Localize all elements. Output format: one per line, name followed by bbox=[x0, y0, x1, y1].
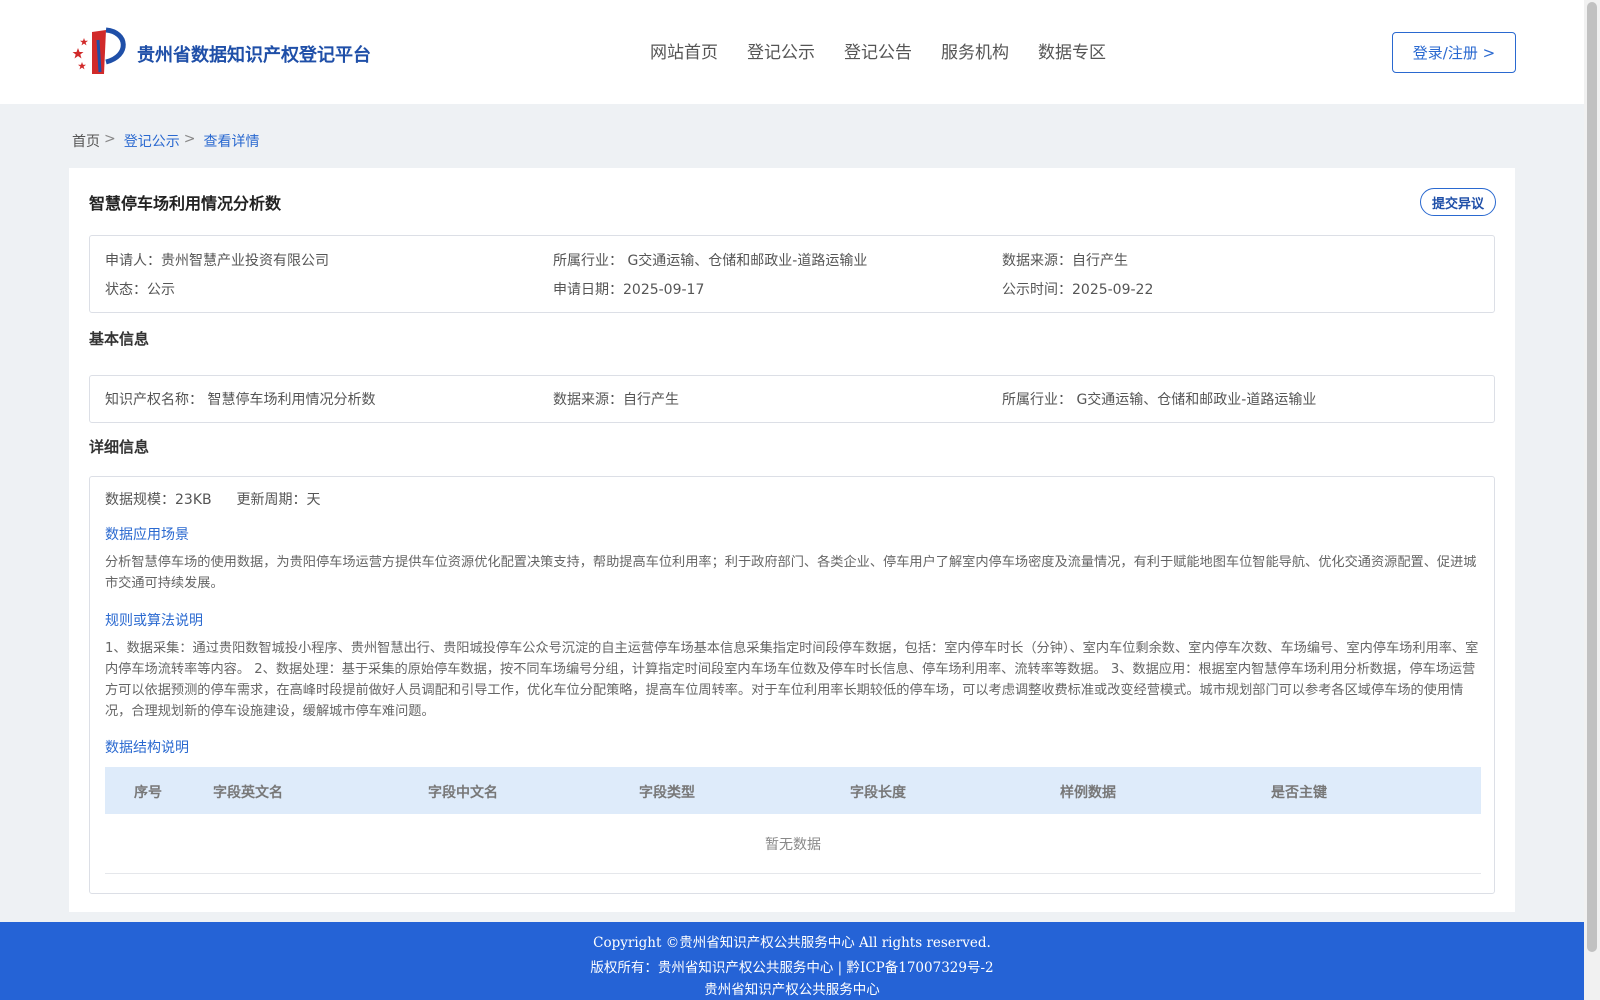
data-scale-field: 数据规模：23KB 更新周期：天 bbox=[105, 489, 321, 509]
basic-source-field: 数据来源：自行产生 bbox=[553, 389, 679, 409]
detail-info-title: 详细信息 bbox=[89, 438, 150, 456]
page-scrollbar[interactable] bbox=[1584, 0, 1600, 1000]
breadcrumb-separator: > bbox=[183, 131, 196, 147]
nav-data-zone[interactable]: 数据专区 bbox=[1038, 38, 1106, 63]
breadcrumb-view-details[interactable]: 查看详情 bbox=[203, 131, 259, 151]
table-empty-state: 暂无数据 bbox=[105, 814, 1481, 874]
applicant-field: 申请人：贵州智慧产业投资有限公司 bbox=[105, 250, 329, 270]
footer-org: 贵州省知识产权公共服务中心 bbox=[704, 982, 880, 998]
structure-title: 数据结构说明 bbox=[105, 740, 189, 756]
scenario-text: 分析智慧停车场的使用数据，为贵阳停车场运营方提供车位资源优化配置决策支持，帮助提… bbox=[105, 555, 1477, 591]
record-detail-card: 智慧停车场利用情况分析数 提交异议 申请人：贵州智慧产业投资有限公司 所属行业：… bbox=[69, 168, 1515, 912]
status-value: 公示 bbox=[147, 282, 175, 298]
site-header: 贵州省数据知识产权登记平台 网站首页 登记公示 登记公告 服务机构 数据专区 登… bbox=[0, 0, 1584, 104]
th-sample-data: 样例数据 bbox=[1060, 785, 1116, 801]
industry-value: G交通运输、仓储和邮政业-道路运输业 bbox=[627, 253, 868, 269]
th-field-en-name: 字段英文名 bbox=[213, 785, 283, 801]
main-nav: 网站首页 登记公示 登记公告 服务机构 数据专区 bbox=[650, 38, 1106, 63]
basic-industry-field: 所属行业： G交通运输、仓储和邮政业-道路运输业 bbox=[1002, 389, 1316, 409]
publish-time-value: 2025-09-22 bbox=[1072, 282, 1154, 298]
basic-industry-value: G交通运输、仓储和邮政业-道路运输业 bbox=[1076, 392, 1317, 408]
nav-home[interactable]: 网站首页 bbox=[650, 38, 718, 63]
ip-name-value: 智慧停车场利用情况分析数 bbox=[207, 392, 376, 408]
nav-service-agencies[interactable]: 服务机构 bbox=[941, 38, 1009, 63]
th-field-cn-name: 字段中文名 bbox=[428, 785, 498, 801]
applicant-value: 贵州智慧产业投资有限公司 bbox=[161, 253, 329, 269]
data-scale-value: 23KB bbox=[175, 492, 212, 508]
data-source-value: 自行产生 bbox=[1072, 253, 1128, 269]
footer-copyright: Copyright ©贵州省知识产权公共服务中心 All rights rese… bbox=[593, 935, 991, 951]
breadcrumb-registration-notice[interactable]: 登记公示 bbox=[124, 131, 180, 151]
record-title: 智慧停车场利用情况分析数 bbox=[89, 194, 282, 213]
breadcrumb-home[interactable]: 首页 bbox=[72, 131, 100, 151]
scenario-title: 数据应用场景 bbox=[105, 527, 189, 543]
status-field: 状态：公示 bbox=[105, 279, 175, 299]
nav-registration-notice[interactable]: 登记公示 bbox=[747, 38, 815, 63]
footer-owner-icp[interactable]: 版权所有：贵州省知识产权公共服务中心 | 黔ICP备17007329号-2 bbox=[0, 956, 1584, 976]
data-source-label: 数据来源： bbox=[1002, 253, 1072, 269]
breadcrumb-separator: > bbox=[104, 131, 116, 147]
site-logo-icon[interactable] bbox=[70, 26, 130, 78]
algorithm-text: 1、数据采集：通过贵阳数智城投小程序、贵州智慧出行、贵阳城投停车公众号沉淀的自主… bbox=[105, 641, 1479, 719]
submit-objection-button[interactable]: 提交异议 bbox=[1420, 188, 1496, 216]
table-header-row: 序号 字段英文名 字段中文名 字段类型 字段长度 样例数据 是否主键 bbox=[105, 767, 1481, 814]
basic-info-title: 基本信息 bbox=[89, 330, 150, 348]
industry-label: 所属行业： bbox=[553, 253, 623, 269]
ip-name-label: 知识产权名称： bbox=[105, 392, 203, 408]
apply-date-field: 申请日期：2025-09-17 bbox=[553, 279, 704, 299]
basic-info-box: 知识产权名称： 智慧停车场利用情况分析数 数据来源：自行产生 所属行业： G交通… bbox=[89, 375, 1495, 423]
data-structure-table: 序号 字段英文名 字段中文名 字段类型 字段长度 样例数据 是否主键 暂无数据 bbox=[105, 767, 1481, 874]
data-source-field: 数据来源：自行产生 bbox=[1002, 250, 1128, 270]
update-cycle-value: 天 bbox=[306, 492, 321, 508]
status-label: 状态： bbox=[105, 282, 147, 298]
algorithm-title: 规则或算法说明 bbox=[105, 613, 203, 629]
scrollbar-thumb[interactable] bbox=[1587, 2, 1597, 952]
ip-name-field: 知识产权名称： 智慧停车场利用情况分析数 bbox=[105, 389, 375, 409]
detail-info-box: 数据规模：23KB 更新周期：天 数据应用场景 分析智慧停车场的使用数据，为贵阳… bbox=[89, 476, 1495, 894]
industry-field: 所属行业： G交通运输、仓储和邮政业-道路运输业 bbox=[553, 250, 867, 270]
site-footer: Copyright ©贵州省知识产权公共服务中心 All rights rese… bbox=[0, 922, 1584, 1000]
update-cycle-label: 更新周期： bbox=[236, 492, 307, 508]
login-register-button[interactable]: 登录/注册 > bbox=[1392, 32, 1516, 73]
th-field-length: 字段长度 bbox=[850, 785, 906, 801]
record-meta-box: 申请人：贵州智慧产业投资有限公司 所属行业： G交通运输、仓储和邮政业-道路运输… bbox=[89, 235, 1495, 313]
basic-source-label: 数据来源： bbox=[553, 392, 623, 408]
basic-industry-label: 所属行业： bbox=[1002, 392, 1072, 408]
th-index: 序号 bbox=[134, 785, 162, 801]
apply-date-value: 2025-09-17 bbox=[623, 282, 705, 298]
basic-source-value: 自行产生 bbox=[623, 392, 679, 408]
th-field-type: 字段类型 bbox=[639, 785, 695, 801]
publish-time-label: 公示时间： bbox=[1002, 282, 1072, 298]
site-title[interactable]: 贵州省数据知识产权登记平台 bbox=[137, 41, 371, 67]
nav-registration-announcement[interactable]: 登记公告 bbox=[844, 38, 912, 63]
publish-time-field: 公示时间：2025-09-22 bbox=[1002, 279, 1153, 299]
apply-date-label: 申请日期： bbox=[553, 282, 623, 298]
th-primary-key: 是否主键 bbox=[1271, 785, 1327, 801]
applicant-label: 申请人： bbox=[105, 253, 161, 269]
breadcrumb: 首页 > 登记公示 > 查看详情 bbox=[72, 131, 259, 151]
data-scale-label: 数据规模： bbox=[105, 492, 175, 508]
